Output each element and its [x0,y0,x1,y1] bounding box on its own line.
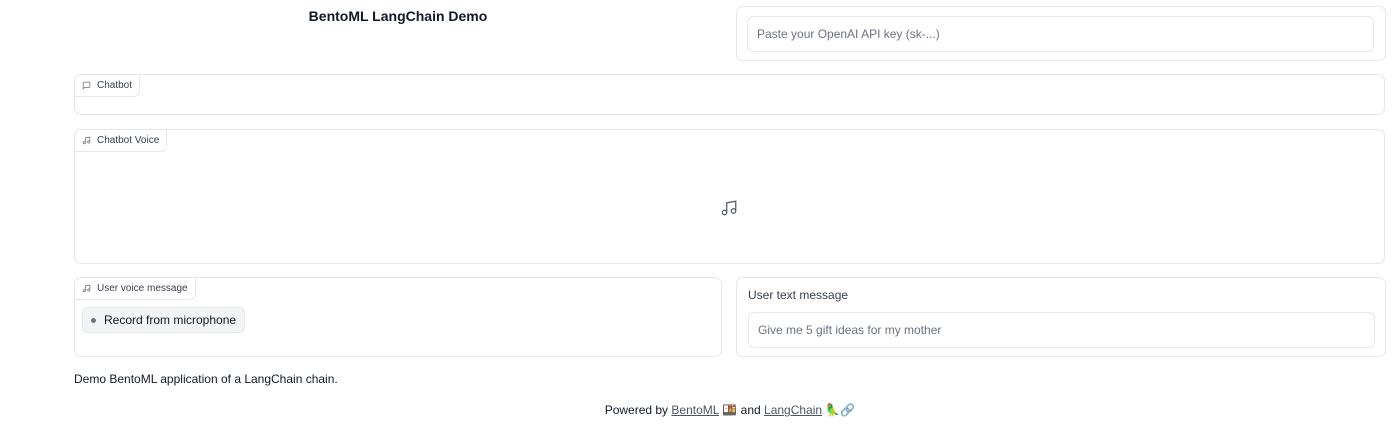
parrot-link-icon: 🦜🔗 [825,403,856,417]
user-text-panel: User text message Give me 5 gift ideas f… [736,277,1386,357]
api-key-input[interactable]: Paste your OpenAI API key (sk-...) [747,16,1374,52]
record-dot-icon [91,317,96,323]
user-text-placeholder: Give me 5 gift ideas for my mother [758,323,942,337]
user-voice-panel: User voice message Record from microphon… [74,277,722,357]
footer: Powered by BentoML 🍱 and LangChain 🦜🔗 [0,402,1400,418]
user-text-input[interactable]: Give me 5 gift ideas for my mother [748,312,1375,348]
user-voice-label-text: User voice message [97,283,188,294]
footer-prefix: Powered by [604,403,669,417]
bentoml-link[interactable]: BentoML [671,403,719,417]
chatbot-voice-label: Chatbot Voice [75,130,168,152]
api-key-placeholder: Paste your OpenAI API key (sk-...) [757,27,940,41]
chat-icon [82,81,91,90]
chatbot-voice-panel: Chatbot Voice [74,129,1385,264]
app-description: Demo BentoML application of a LangChain … [74,372,338,386]
chatbot-panel: Chatbot [74,74,1385,115]
chatbot-label: Chatbot [75,75,141,97]
user-text-label: User text message [748,288,849,302]
user-voice-label: User voice message [75,278,196,300]
bento-icon: 🍱 [722,403,738,417]
langchain-link[interactable]: LangChain [764,403,822,417]
record-microphone-button[interactable]: Record from microphone [82,307,246,333]
chatbot-voice-label-text: Chatbot Voice [97,135,160,146]
record-button-label: Record from microphone [104,313,237,327]
footer-conjunction: and [740,403,761,417]
page-title: BentoML LangChain Demo [308,8,488,24]
music-note-icon [82,284,91,293]
music-note-icon [721,200,737,216]
chatbot-label-text: Chatbot [97,80,133,91]
music-note-icon [82,136,91,145]
api-key-panel: Paste your OpenAI API key (sk-...) [736,6,1386,61]
